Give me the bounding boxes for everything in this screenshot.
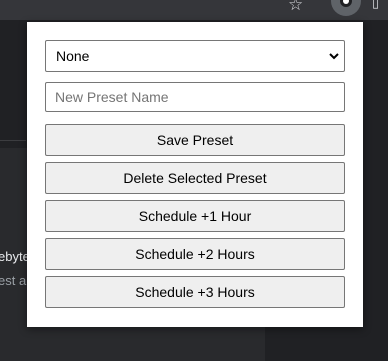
chevron-down-icon bbox=[329, 53, 339, 60]
save-preset-button[interactable]: Save Preset bbox=[45, 124, 345, 156]
background-divider bbox=[0, 140, 26, 141]
puzzle-icon[interactable]: ▯ bbox=[372, 0, 379, 11]
background-text-line-2: est a bbox=[0, 273, 27, 288]
extension-popup: None Save Preset Delete Selected Preset … bbox=[27, 22, 363, 327]
delete-selected-preset-button[interactable]: Delete Selected Preset bbox=[45, 162, 345, 194]
schedule-1-hour-button[interactable]: Schedule +1 Hour bbox=[45, 200, 345, 232]
preset-select[interactable]: None bbox=[45, 40, 345, 72]
schedule-3-hours-button[interactable]: Schedule +3 Hours bbox=[45, 276, 345, 308]
preset-name-input[interactable] bbox=[45, 82, 345, 112]
background-text-line-1: ebyte bbox=[0, 249, 30, 264]
schedule-2-hours-button[interactable]: Schedule +2 Hours bbox=[45, 238, 345, 270]
preset-select-value: None bbox=[56, 48, 90, 64]
browser-toolbar bbox=[0, 0, 388, 20]
star-icon[interactable]: ☆ bbox=[288, 0, 303, 13]
extension-logo-icon bbox=[340, 0, 352, 7]
